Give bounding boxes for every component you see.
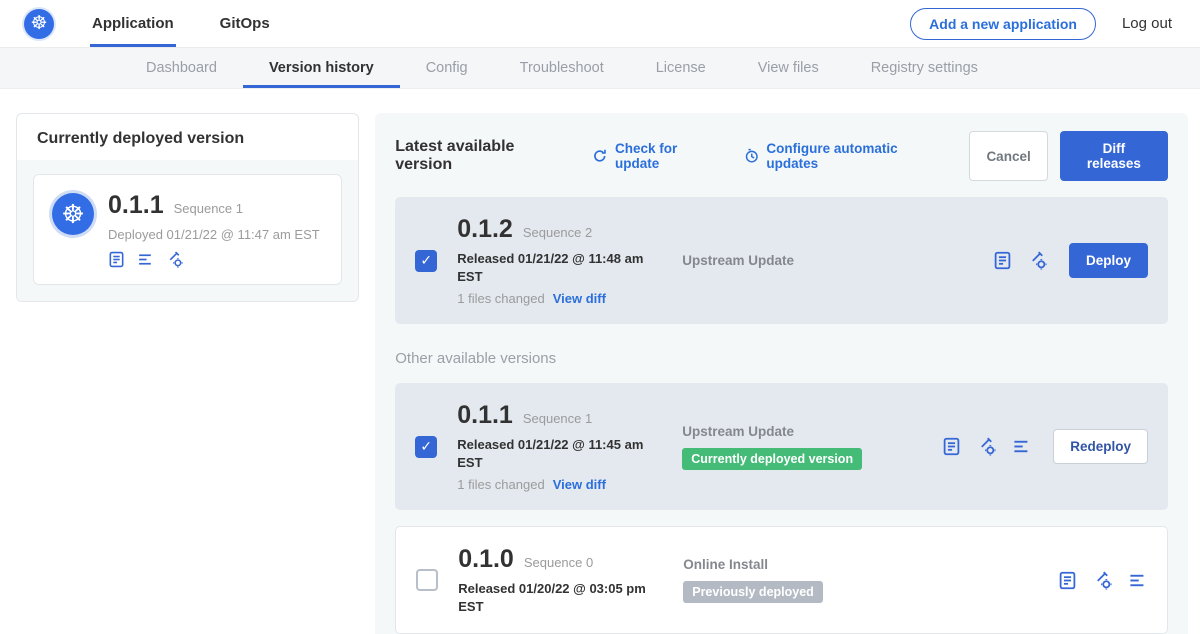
deployed-version-card: ☸ 0.1.1 Sequence 1 Deployed 01/21/22 @ 1… [33,174,342,285]
view-diff-link[interactable]: View diff [553,477,606,492]
subnav-tab-view-files[interactable]: View files [732,48,845,88]
deploy-button[interactable]: Deploy [1069,243,1148,278]
top-navbar: ☸ Application GitOps Add a new applicati… [0,0,1200,48]
version-source-label: Upstream Update [682,424,942,439]
subnav-tab-config[interactable]: Config [400,48,494,88]
version-row-0-1-0: ✓ 0.1.0 Sequence 0 Released 01/20/22 @ 0… [395,526,1168,634]
release-notes-icon[interactable] [108,251,125,268]
deployed-timestamp: Deployed 01/21/22 @ 11:47 am EST [108,227,320,242]
app-subnav: Dashboard Version history Config Trouble… [0,48,1200,89]
subnav-tab-version-history[interactable]: Version history [243,48,400,88]
view-config-icon[interactable] [1128,571,1147,590]
view-diff-link[interactable]: View diff [553,291,606,306]
other-available-versions-title: Other available versions [395,350,1168,367]
check-for-update-label: Check for update [615,141,722,171]
version-checkbox[interactable]: ✓ [416,569,438,591]
release-notes-icon[interactable] [942,437,961,456]
redeploy-button[interactable]: Redeploy [1053,429,1148,464]
version-number: 0.1.1 [457,401,513,430]
app-logo-wrap: ☸ [24,0,54,47]
view-config-icon[interactable] [1012,437,1031,456]
files-changed-label: 1 files changed [457,477,544,492]
diff-releases-button[interactable]: Diff releases [1060,131,1168,181]
released-timestamp: Released 01/21/22 @ 11:45 am EST [457,436,657,471]
topnav-tab-gitops[interactable]: GitOps [218,0,272,47]
version-number: 0.1.0 [458,545,514,574]
currently-deployed-badge: Currently deployed version [682,448,862,470]
version-checkbox[interactable]: ✓ [415,436,437,458]
preflight-checks-icon[interactable] [1093,571,1112,590]
kubernetes-app-icon: ☸ [52,193,94,235]
configure-automatic-updates-label: Configure automatic updates [766,141,947,171]
version-number: 0.1.2 [457,215,513,244]
subnav-tab-troubleshoot[interactable]: Troubleshoot [494,48,630,88]
sequence-label: Sequence 0 [524,555,593,570]
currently-deployed-panel: Currently deployed version ☸ 0.1.1 Seque… [16,113,359,302]
version-row-0-1-1: ✓ 0.1.1 Sequence 1 Released 01/21/22 @ 1… [395,383,1168,510]
logout-link[interactable]: Log out [1122,15,1172,32]
version-source-label: Online Install [683,557,943,572]
deployed-version-number: 0.1.1 [108,191,164,220]
check-for-update-link[interactable]: Check for update [592,141,721,171]
preflight-checks-icon[interactable] [977,437,996,456]
release-notes-icon[interactable] [993,251,1012,270]
released-timestamp: Released 01/20/22 @ 03:05 pm EST [458,580,658,615]
refresh-icon [592,148,608,164]
version-history-panel: Latest available version Check for updat… [375,113,1188,634]
preflight-checks-icon[interactable] [1028,251,1047,270]
release-notes-icon[interactable] [1058,571,1077,590]
released-timestamp: Released 01/21/22 @ 11:48 am EST [457,250,657,285]
subnav-tab-registry-settings[interactable]: Registry settings [845,48,1004,88]
currently-deployed-title: Currently deployed version [17,114,358,160]
version-source-label: Upstream Update [682,253,942,268]
latest-available-title: Latest available version [395,138,570,174]
version-row-0-1-2: ✓ 0.1.2 Sequence 2 Released 01/21/22 @ 1… [395,197,1168,324]
topnav-tab-application[interactable]: Application [90,0,176,47]
add-new-application-button[interactable]: Add a new application [910,8,1096,40]
configure-automatic-updates-link[interactable]: Configure automatic updates [744,141,948,171]
files-changed-label: 1 files changed [457,291,544,306]
schedule-update-icon [744,148,760,164]
kubernetes-logo-icon: ☸ [24,9,54,39]
sequence-label: Sequence 1 [523,411,592,426]
subnav-tab-dashboard[interactable]: Dashboard [120,48,243,88]
subnav-tab-license[interactable]: License [630,48,732,88]
version-checkbox[interactable]: ✓ [415,250,437,272]
cancel-button[interactable]: Cancel [969,131,1047,181]
deployed-sequence-label: Sequence 1 [174,201,243,216]
view-config-icon[interactable] [137,251,154,268]
sequence-label: Sequence 2 [523,225,592,240]
preflight-checks-icon[interactable] [166,251,183,268]
previously-deployed-badge: Previously deployed [683,581,823,603]
